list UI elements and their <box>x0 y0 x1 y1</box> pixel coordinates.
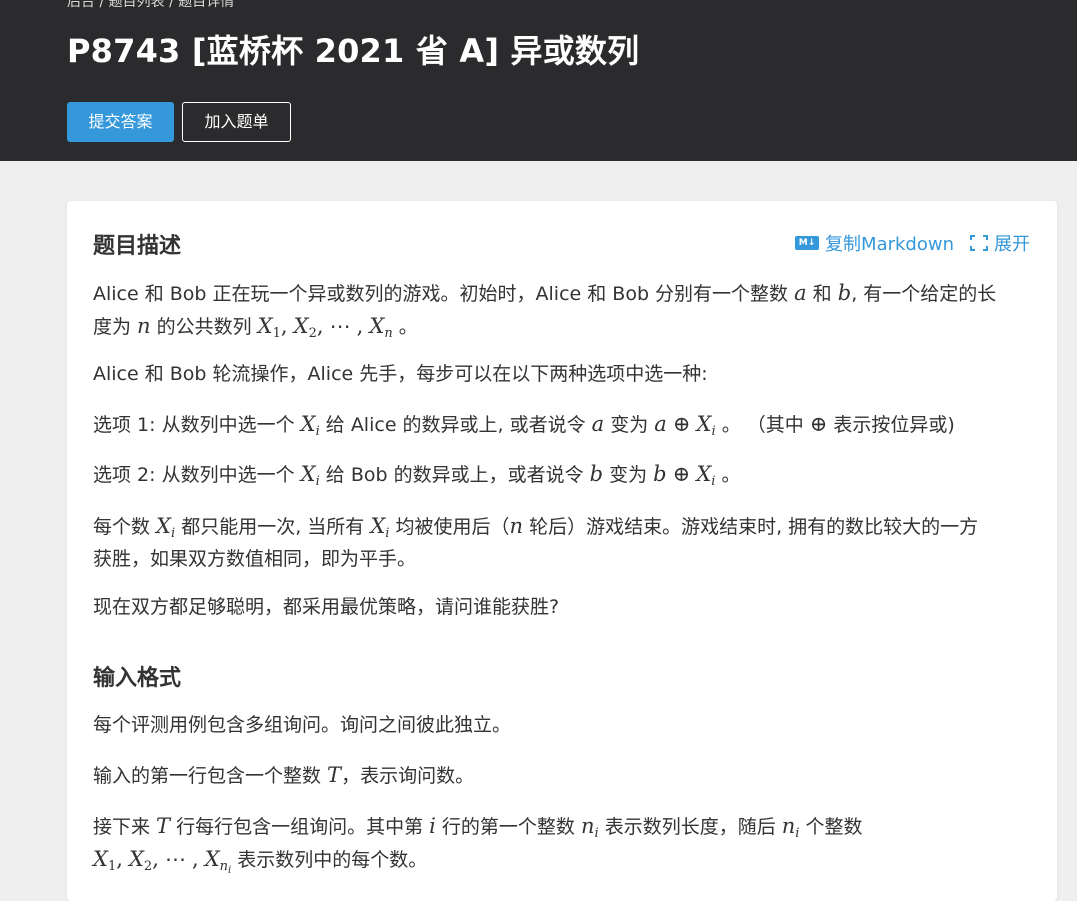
description-paragraph-1: Alice 和 Bob 正在玩一个异或数列的游戏。初始时，Alice 和 Bob… <box>93 281 997 341</box>
description-paragraph-5: 每个数 Xi 都只能用一次, 当所有 Xi 均被使用后（n 轮后）游戏结束。游戏… <box>93 514 979 570</box>
submit-answer-button[interactable]: 提交答案 <box>67 102 174 142</box>
description-paragraph-3: 选项 1: 从数列中选一个 Xi 给 Alice 的数异或上, 或者说令 a 变… <box>93 412 955 439</box>
input-format-heading: 输入格式 <box>93 666 182 691</box>
copy-markdown-link[interactable]: M↓ 复制Markdown <box>795 230 954 256</box>
input-format-paragraph-2: 输入的第一行包含一个整数 T，表示询问数。 <box>93 763 475 787</box>
markdown-icon: M↓ <box>795 236 820 250</box>
description-paragraph-2: Alice 和 Bob 轮流操作，Alice 先手，每步可以在以下两种选项中选一… <box>93 363 708 385</box>
page-header: 后台 / 题目列表 / 题目详情 P8743 [蓝桥杯 2021 省 A] 异或… <box>0 0 1077 161</box>
add-to-problem-list-button[interactable]: 加入题单 <box>182 102 291 142</box>
expand-link[interactable]: 展开 <box>954 230 1030 256</box>
description-paragraph-4: 选项 2: 从数列中选一个 Xi 给 Bob 的数异或上，或者说令 b 变为 b… <box>93 462 741 489</box>
page-title: P8743 [蓝桥杯 2021 省 A] 异或数列 <box>67 32 640 70</box>
input-format-paragraph-3: 接下来 T 行每行包含一组询问。其中第 i 行的第一个整数 ni 表示数列长度，… <box>93 814 863 876</box>
card-toolbar: M↓ 复制Markdown 展开 <box>795 230 1030 256</box>
description-heading: 题目描述 <box>93 234 182 259</box>
input-format-paragraph-1: 每个评测用例包含多组询问。询问之间彼此独立。 <box>93 714 512 736</box>
problem-card: 题目描述 M↓ 复制Markdown 展开 Alice 和 Bob 正在玩一个异… <box>67 201 1057 901</box>
expand-label: 展开 <box>994 234 1030 255</box>
copy-markdown-label: 复制Markdown <box>825 234 954 255</box>
description-paragraph-6: 现在双方都足够聪明，都采用最优策略，请问谁能获胜? <box>93 596 560 618</box>
expand-icon <box>970 235 988 251</box>
breadcrumb[interactable]: 后台 / 题目列表 / 题目详情 <box>67 0 234 11</box>
